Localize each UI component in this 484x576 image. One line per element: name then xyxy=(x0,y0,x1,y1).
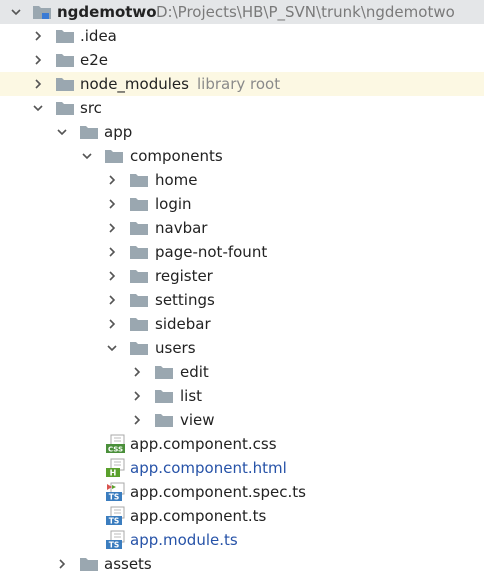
svg-text:CSS: CSS xyxy=(108,446,123,454)
tree-row-home[interactable]: home xyxy=(0,168,484,192)
tree-row-users[interactable]: users xyxy=(0,336,484,360)
tree-row-list[interactable]: list xyxy=(0,384,484,408)
tree-row-app-module-ts[interactable]: TS app.module.ts xyxy=(0,528,484,552)
chevron-right-icon[interactable] xyxy=(106,270,118,282)
tree-item-label: .idea xyxy=(80,27,117,45)
tree-item-label: app.component.html xyxy=(130,459,287,477)
folder-icon xyxy=(154,388,174,404)
tree-item-label: settings xyxy=(155,291,215,309)
tree-root-label: ngdemotwo xyxy=(57,3,157,21)
test-file-icon: TS xyxy=(106,482,126,502)
tree-row-app-component-css[interactable]: CSS app.component.css xyxy=(0,432,484,456)
chevron-down-icon[interactable] xyxy=(56,126,68,138)
tree-item-label: page-not-fount xyxy=(155,243,268,261)
tree-item-label: users xyxy=(155,339,196,357)
css-file-icon: CSS xyxy=(106,434,126,454)
tree-row-view[interactable]: view xyxy=(0,408,484,432)
svg-text:TS: TS xyxy=(109,517,120,526)
tree-item-label: app.component.css xyxy=(130,435,277,453)
folder-icon xyxy=(129,196,149,212)
tree-row-page-not-fount[interactable]: page-not-fount xyxy=(0,240,484,264)
tree-row-login[interactable]: login xyxy=(0,192,484,216)
chevron-right-icon[interactable] xyxy=(106,222,118,234)
tree-row-assets[interactable]: assets xyxy=(0,552,484,576)
folder-icon xyxy=(129,268,149,284)
chevron-right-icon[interactable] xyxy=(131,390,143,402)
folder-icon xyxy=(129,172,149,188)
chevron-right-icon[interactable] xyxy=(106,318,118,330)
tree-item-label: src xyxy=(80,99,102,117)
tree-item-label: app.component.ts xyxy=(130,507,267,525)
library-root-hint: library root xyxy=(197,75,281,93)
tree-item-label: app.module.ts xyxy=(130,531,238,549)
typescript-file-icon: TS xyxy=(106,530,126,550)
folder-icon xyxy=(129,316,149,332)
tree-item-label: home xyxy=(155,171,198,189)
folder-icon xyxy=(129,292,149,308)
chevron-right-icon[interactable] xyxy=(106,198,118,210)
chevron-right-icon[interactable] xyxy=(56,558,68,570)
chevron-right-icon[interactable] xyxy=(106,294,118,306)
folder-icon xyxy=(129,220,149,236)
folder-icon xyxy=(104,148,124,164)
folder-icon xyxy=(154,364,174,380)
tree-row-components[interactable]: components xyxy=(0,144,484,168)
svg-text:TS: TS xyxy=(109,493,120,502)
tree-row-navbar[interactable]: navbar xyxy=(0,216,484,240)
tree-item-label: assets xyxy=(104,555,152,573)
tree-row-app-component-html[interactable]: H app.component.html xyxy=(0,456,484,480)
tree-row-settings[interactable]: settings xyxy=(0,288,484,312)
folder-icon xyxy=(79,556,99,572)
tree-item-label: node_modules xyxy=(80,75,189,93)
folder-icon xyxy=(129,340,149,356)
tree-row-app-component-ts[interactable]: TS app.component.ts xyxy=(0,504,484,528)
chevron-right-icon[interactable] xyxy=(131,414,143,426)
svg-text:TS: TS xyxy=(109,541,120,550)
folder-icon xyxy=(55,28,75,44)
chevron-down-icon[interactable] xyxy=(10,6,22,18)
tree-row-src[interactable]: src xyxy=(0,96,484,120)
folder-icon xyxy=(79,124,99,140)
tree-row-idea[interactable]: .idea xyxy=(0,24,484,48)
tree-item-label: list xyxy=(180,387,203,405)
tree-row-sidebar[interactable]: sidebar xyxy=(0,312,484,336)
tree-row-edit[interactable]: edit xyxy=(0,360,484,384)
tree-item-label: navbar xyxy=(155,219,208,237)
tree-item-label: components xyxy=(130,147,223,165)
html-file-icon: H xyxy=(106,458,126,478)
folder-icon xyxy=(55,100,75,116)
tree-row-node-modules[interactable]: node_modules library root xyxy=(0,72,484,96)
folder-icon xyxy=(154,412,174,428)
tree-row-app-component-spec-ts[interactable]: TS app.component.spec.ts xyxy=(0,480,484,504)
tree-item-label: e2e xyxy=(80,51,109,69)
chevron-down-icon[interactable] xyxy=(81,150,93,162)
chevron-right-icon[interactable] xyxy=(32,78,44,90)
tree-row-register[interactable]: register xyxy=(0,264,484,288)
tree-item-label: register xyxy=(155,267,213,285)
tree-item-label: app.component.spec.ts xyxy=(130,483,306,501)
tree-item-label: edit xyxy=(180,363,209,381)
tree-item-label: view xyxy=(180,411,215,429)
chevron-right-icon[interactable] xyxy=(32,54,44,66)
tree-root-path: D:\Projects\HB\P_SVN\trunk\ngdemotwo xyxy=(156,3,455,21)
folder-icon xyxy=(55,52,75,68)
chevron-right-icon[interactable] xyxy=(106,174,118,186)
typescript-file-icon: TS xyxy=(106,506,126,526)
folder-icon xyxy=(129,244,149,260)
chevron-right-icon[interactable] xyxy=(32,30,44,42)
svg-text:H: H xyxy=(110,469,117,478)
chevron-right-icon[interactable] xyxy=(106,246,118,258)
tree-item-label: app xyxy=(104,123,133,141)
folder-icon xyxy=(55,76,75,92)
chevron-right-icon[interactable] xyxy=(131,366,143,378)
tree-item-label: login xyxy=(155,195,192,213)
chevron-down-icon[interactable] xyxy=(32,102,44,114)
tree-item-label: sidebar xyxy=(155,315,211,333)
project-tree: ngdemotwo D:\Projects\HB\P_SVN\trunk\ngd… xyxy=(0,0,484,573)
tree-row-e2e[interactable]: e2e xyxy=(0,48,484,72)
tree-row-app[interactable]: app xyxy=(0,120,484,144)
chevron-down-icon[interactable] xyxy=(106,342,118,354)
tree-row-root[interactable]: ngdemotwo D:\Projects\HB\P_SVN\trunk\ngd… xyxy=(0,0,484,24)
project-folder-icon xyxy=(32,4,52,20)
